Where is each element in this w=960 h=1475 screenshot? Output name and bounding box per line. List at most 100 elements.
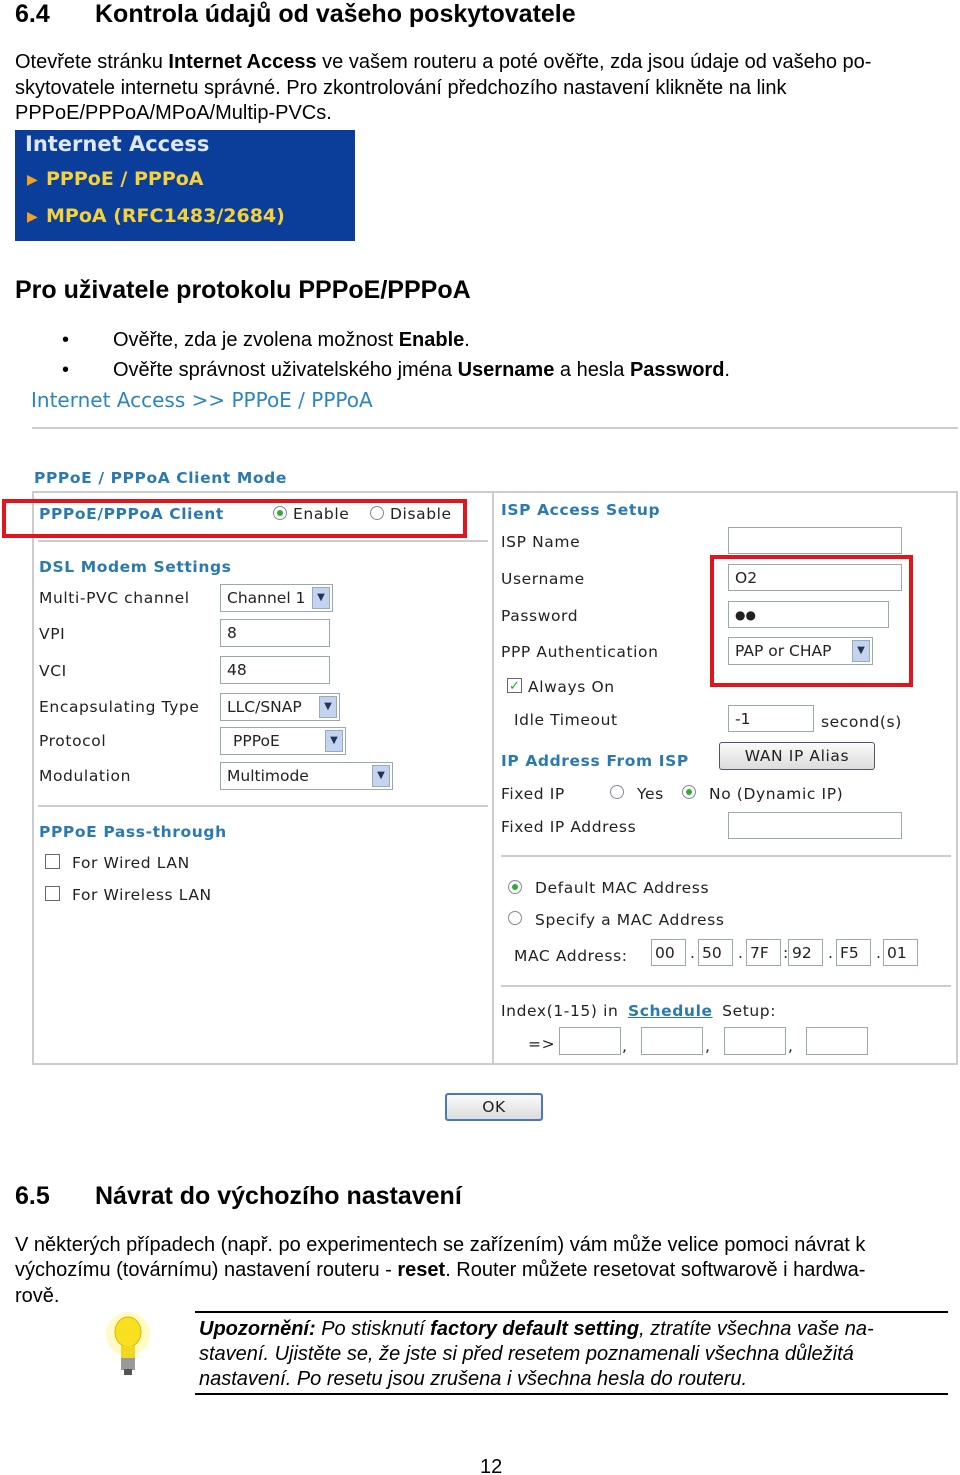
schedule-index-input[interactable] xyxy=(559,1027,621,1055)
wireless-lan-label: For Wireless LAN xyxy=(72,886,212,904)
client-mode-title: PPPoE / PPPoA Client Mode xyxy=(34,469,287,487)
encap-select[interactable]: LLC/SNAP ▼ xyxy=(220,693,340,721)
reset-line-2: výchozímu (továrnímu) nastavení routeru … xyxy=(15,1258,865,1282)
chevron-down-icon: ▼ xyxy=(312,587,330,609)
mac-octet-input[interactable]: 92 xyxy=(788,939,823,966)
mac-octet-input[interactable]: 50 xyxy=(698,939,733,966)
select-value: Channel 1 xyxy=(227,589,306,607)
chevron-down-icon: ▼ xyxy=(319,696,337,718)
mac-octet-input[interactable]: 7F xyxy=(746,939,781,966)
note-line-2: stavení. Ujistěte se, že jste si před re… xyxy=(199,1343,854,1365)
comma: , xyxy=(788,1037,794,1055)
modulation-select[interactable]: Multimode ▼ xyxy=(220,762,393,790)
schedule-index-input[interactable] xyxy=(724,1027,786,1055)
text: Setup: xyxy=(722,1002,777,1020)
idle-timeout-label: Idle Timeout xyxy=(514,711,618,729)
no-label: No (Dynamic IP) xyxy=(709,785,844,803)
breadcrumb: Internet Access >> PPPoE / PPPoA xyxy=(31,388,373,412)
isp-name-input[interactable] xyxy=(728,527,902,554)
select-value: LLC/SNAP xyxy=(227,698,302,716)
schedule-link[interactable]: Schedule xyxy=(628,1002,713,1020)
note-line-1: Upozornění: Po stisknutí factory default… xyxy=(199,1317,874,1341)
schedule-index-input[interactable] xyxy=(806,1027,868,1055)
wireless-lan-checkbox[interactable] xyxy=(45,886,60,901)
text: Otevřete stránku xyxy=(15,51,169,73)
multi-pvc-select[interactable]: Channel 1 ▼ xyxy=(220,584,333,612)
yes-label: Yes xyxy=(637,785,664,803)
default-mac-radio[interactable] xyxy=(508,880,522,894)
fixed-ip-address-input[interactable] xyxy=(728,812,902,839)
divider xyxy=(501,985,951,987)
fixed-ip-label: Fixed IP xyxy=(501,785,565,803)
text: Ověřte správnost uživatelského jména xyxy=(113,359,458,381)
bullet-item: Ověřte, zda je zvolena možnost Enable. xyxy=(113,328,470,352)
text: Index(1-15) in xyxy=(501,1002,619,1020)
idle-timeout-input[interactable]: -1 xyxy=(728,705,814,732)
internet-access-menu: Internet Access ▶ PPPoE / PPPoA ▶ MPoA (… xyxy=(15,130,355,241)
arrow-label: => xyxy=(528,1035,556,1053)
highlight-box xyxy=(2,499,467,538)
mac-separator: . xyxy=(828,944,834,962)
multi-pvc-label: Multi-PVC channel xyxy=(39,589,190,607)
column-divider xyxy=(492,493,494,1063)
lightbulb-icon xyxy=(106,1312,150,1375)
bold-text: Password xyxy=(629,359,725,381)
bold-text: Internet Access xyxy=(168,51,317,73)
highlight-box xyxy=(710,555,913,687)
mac-octet-input[interactable]: F5 xyxy=(836,939,871,966)
specify-mac-radio[interactable] xyxy=(508,911,522,925)
comma: , xyxy=(705,1037,711,1055)
bold-text: Upozornění: xyxy=(199,1318,316,1340)
text: a hesla xyxy=(554,359,630,381)
isp-name-label: ISP Name xyxy=(501,533,581,551)
bold-text: Username xyxy=(457,359,555,381)
text: výchozímu (továrnímu) nastavení routeru … xyxy=(15,1259,398,1281)
text: Po stisknutí xyxy=(315,1318,431,1340)
wired-lan-label: For Wired LAN xyxy=(72,854,190,872)
mac-octet-input[interactable]: 00 xyxy=(651,939,686,966)
fixed-ip-no-radio[interactable] xyxy=(682,785,696,799)
intro-line-2: skytovatele internetu správné. Pro zkont… xyxy=(15,77,787,99)
isp-title: ISP Access Setup xyxy=(501,501,661,519)
text: Ověřte, zda je zvolena možnost xyxy=(113,329,399,351)
select-value: Multimode xyxy=(227,767,309,785)
wan-ip-alias-button[interactable]: WAN IP Alias xyxy=(719,742,875,770)
section-title: Návrat do výchozího nastavení xyxy=(95,1182,462,1210)
bold-text: factory default setting xyxy=(430,1318,640,1340)
schedule-index-input[interactable] xyxy=(641,1027,703,1055)
wired-lan-checkbox[interactable] xyxy=(45,854,60,869)
ip-from-isp-title: IP Address From ISP xyxy=(501,752,689,770)
bullet-icon: • xyxy=(62,329,70,351)
fixed-ip-yes-radio[interactable] xyxy=(610,785,624,799)
text: . Router můžete resetovat softwarově i h… xyxy=(445,1259,866,1281)
vci-input[interactable]: 48 xyxy=(220,656,330,684)
specify-mac-label: Specify a MAC Address xyxy=(535,911,725,929)
note-bottom-rule xyxy=(195,1393,948,1395)
mac-address-label: MAC Address: xyxy=(514,947,628,965)
arrow-icon: ▶ xyxy=(27,171,38,187)
vpi-input[interactable]: 8 xyxy=(220,619,330,647)
ok-button[interactable]: OK xyxy=(445,1093,543,1121)
divider xyxy=(501,855,951,857)
mac-separator: . xyxy=(690,944,696,962)
encap-label: Encapsulating Type xyxy=(39,698,200,716)
reset-line-3: rově. xyxy=(15,1285,60,1307)
divider xyxy=(32,427,958,429)
comma: , xyxy=(622,1037,628,1055)
divider xyxy=(38,540,488,542)
document-page: 6.4 Kontrola údajů od vašeho poskytovate… xyxy=(0,0,960,1475)
always-on-checkbox[interactable]: ✓ xyxy=(507,678,522,693)
page-number: 12 xyxy=(480,1456,503,1475)
text: , ztratíte všechna vaše na- xyxy=(639,1318,874,1340)
dsl-title: DSL Modem Settings xyxy=(39,558,232,576)
mac-octet-input[interactable]: 01 xyxy=(883,939,918,966)
idle-unit: second(s) xyxy=(821,713,902,731)
text: . xyxy=(464,329,470,351)
protocol-select[interactable]: PPPoE ▼ xyxy=(220,727,346,755)
menu-item-pppoe[interactable]: PPPoE / PPPoA xyxy=(46,168,204,190)
menu-item-mpoa[interactable]: MPoA (RFC1483/2684) xyxy=(46,205,285,227)
divider xyxy=(38,805,488,807)
arrow-icon: ▶ xyxy=(27,208,38,224)
bold-text: Enable xyxy=(398,329,465,351)
menu-title: Internet Access xyxy=(25,132,210,156)
